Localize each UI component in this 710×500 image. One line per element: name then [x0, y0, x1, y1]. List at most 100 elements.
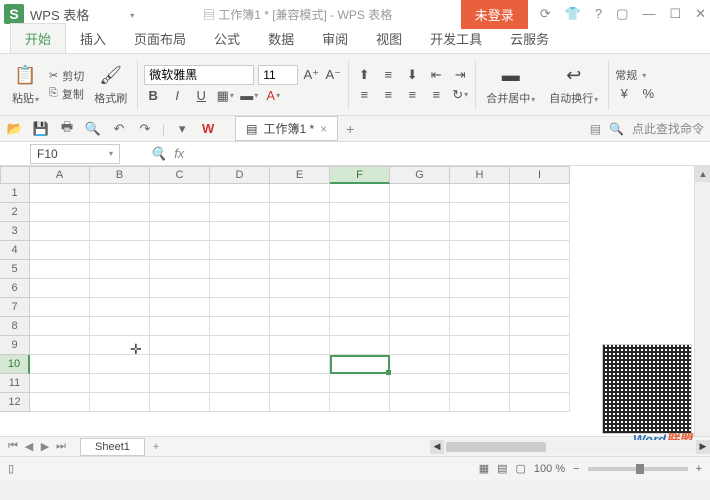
row-header-3[interactable]: 3: [0, 222, 30, 241]
cell-E1[interactable]: [270, 184, 330, 203]
scroll-right-icon[interactable]: ▶: [696, 440, 710, 454]
cell-A7[interactable]: [30, 298, 90, 317]
cell-B7[interactable]: [90, 298, 150, 317]
hscroll-thumb[interactable]: [446, 442, 546, 452]
cell-D7[interactable]: [210, 298, 270, 317]
cut-button[interactable]: ✂剪切: [49, 68, 84, 84]
view-icon[interactable]: ▤: [590, 122, 601, 136]
cell-I1[interactable]: [510, 184, 570, 203]
font-color-button[interactable]: A: [264, 87, 282, 105]
cell-F4[interactable]: [330, 241, 390, 260]
cell-C11[interactable]: [150, 374, 210, 393]
paste-button[interactable]: 📋 粘贴: [8, 62, 43, 108]
align-middle-icon[interactable]: ≡: [379, 66, 397, 84]
cell-D11[interactable]: [210, 374, 270, 393]
align-center-icon[interactable]: ≡: [379, 86, 397, 104]
row-header-2[interactable]: 2: [0, 203, 30, 222]
cell-D8[interactable]: [210, 317, 270, 336]
cell-G2[interactable]: [390, 203, 450, 222]
col-header-E[interactable]: E: [270, 166, 330, 184]
cell-F11[interactable]: [330, 374, 390, 393]
cell-I10[interactable]: [510, 355, 570, 374]
cell-B9[interactable]: [90, 336, 150, 355]
cell-G8[interactable]: [390, 317, 450, 336]
cell-H7[interactable]: [450, 298, 510, 317]
cell-B2[interactable]: [90, 203, 150, 222]
cell-E5[interactable]: [270, 260, 330, 279]
cell-F8[interactable]: [330, 317, 390, 336]
cell-E9[interactable]: [270, 336, 330, 355]
tab-start[interactable]: 开始: [10, 23, 66, 53]
cell-B3[interactable]: [90, 222, 150, 241]
tab-formula[interactable]: 公式: [200, 24, 254, 53]
row-header-11[interactable]: 11: [0, 374, 30, 393]
cell-A1[interactable]: [30, 184, 90, 203]
cell-A10[interactable]: [30, 355, 90, 374]
cell-A5[interactable]: [30, 260, 90, 279]
cell-B1[interactable]: [90, 184, 150, 203]
cell-G7[interactable]: [390, 298, 450, 317]
cell-C3[interactable]: [150, 222, 210, 241]
cell-A2[interactable]: [30, 203, 90, 222]
cell-B5[interactable]: [90, 260, 150, 279]
cell-B12[interactable]: [90, 393, 150, 412]
cell-D4[interactable]: [210, 241, 270, 260]
border-button[interactable]: ▦: [216, 87, 234, 105]
cell-G12[interactable]: [390, 393, 450, 412]
tab-layout[interactable]: 页面布局: [120, 24, 200, 53]
cells-area[interactable]: [30, 184, 570, 412]
skin-icon[interactable]: 👕: [565, 6, 581, 22]
row-header-1[interactable]: 1: [0, 184, 30, 203]
cell-B8[interactable]: [90, 317, 150, 336]
cell-G3[interactable]: [390, 222, 450, 241]
cell-C4[interactable]: [150, 241, 210, 260]
vertical-scrollbar[interactable]: ▲: [694, 166, 710, 436]
cell-C8[interactable]: [150, 317, 210, 336]
col-header-D[interactable]: D: [210, 166, 270, 184]
cell-F12[interactable]: [330, 393, 390, 412]
cell-C12[interactable]: [150, 393, 210, 412]
cell-C10[interactable]: [150, 355, 210, 374]
underline-button[interactable]: U: [192, 87, 210, 105]
cell-B10[interactable]: [90, 355, 150, 374]
minimize-icon[interactable]: —: [642, 6, 655, 22]
cell-E2[interactable]: [270, 203, 330, 222]
font-name-select[interactable]: [144, 65, 254, 85]
cell-D6[interactable]: [210, 279, 270, 298]
search-icon[interactable]: 🔍: [609, 122, 624, 136]
zoom-in-button[interactable]: +: [696, 463, 702, 475]
fx-label[interactable]: fx: [174, 146, 184, 162]
row-header-5[interactable]: 5: [0, 260, 30, 279]
cell-D5[interactable]: [210, 260, 270, 279]
row-header-7[interactable]: 7: [0, 298, 30, 317]
cell-H5[interactable]: [450, 260, 510, 279]
cell-F10[interactable]: [330, 355, 390, 374]
cell-A6[interactable]: [30, 279, 90, 298]
italic-button[interactable]: I: [168, 87, 186, 105]
cell-E6[interactable]: [270, 279, 330, 298]
cell-F3[interactable]: [330, 222, 390, 241]
options-icon[interactable]: ▢: [616, 6, 628, 22]
zoom-thumb[interactable]: [636, 464, 644, 474]
indent-dec-icon[interactable]: ⇤: [427, 66, 445, 84]
col-header-C[interactable]: C: [150, 166, 210, 184]
sheet-last-icon[interactable]: ⏭: [54, 440, 68, 453]
cell-G5[interactable]: [390, 260, 450, 279]
col-header-H[interactable]: H: [450, 166, 510, 184]
scroll-left-icon[interactable]: ◀: [430, 440, 444, 454]
cell-B11[interactable]: [90, 374, 150, 393]
copy-button[interactable]: ⎘复制: [49, 86, 84, 102]
cell-E7[interactable]: [270, 298, 330, 317]
cell-C2[interactable]: [150, 203, 210, 222]
cell-I5[interactable]: [510, 260, 570, 279]
cell-A3[interactable]: [30, 222, 90, 241]
cell-D1[interactable]: [210, 184, 270, 203]
cell-F1[interactable]: [330, 184, 390, 203]
cell-H9[interactable]: [450, 336, 510, 355]
increase-font-icon[interactable]: A⁺: [302, 66, 320, 84]
cell-I6[interactable]: [510, 279, 570, 298]
row-header-8[interactable]: 8: [0, 317, 30, 336]
col-header-I[interactable]: I: [510, 166, 570, 184]
help-icon[interactable]: ?: [595, 6, 602, 22]
number-format-select[interactable]: 常规: [615, 67, 637, 83]
